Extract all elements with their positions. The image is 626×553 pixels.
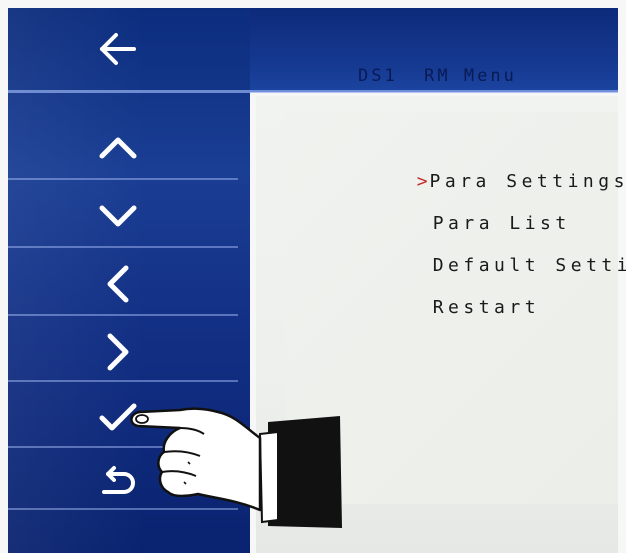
menu-item-restart[interactable]: Restart: [310, 276, 540, 339]
up-button[interactable]: [8, 116, 240, 180]
confirm-button[interactable]: [8, 388, 240, 448]
chevron-left-icon: [107, 265, 129, 303]
menu-item-label: Default Setting: [432, 255, 626, 276]
nav-divider: [8, 178, 238, 180]
chevron-down-icon: [99, 205, 137, 227]
checkmark-icon: [99, 403, 137, 431]
menu-item-label: Para List: [432, 213, 571, 234]
arrow-left-icon: [100, 33, 136, 65]
nav-divider: [8, 508, 238, 510]
back-button[interactable]: [8, 8, 240, 90]
menu-item-label: Restart: [432, 297, 541, 318]
left-button[interactable]: [8, 252, 240, 316]
nav-divider: [8, 246, 238, 248]
return-icon: [102, 466, 135, 494]
chevron-right-icon: [107, 333, 129, 371]
nav-divider: [8, 314, 238, 316]
header-divider: [8, 90, 618, 93]
menu-list: >Para Settings Para List Default Setting…: [286, 112, 626, 504]
page-title: DS1 RM Menu: [358, 66, 517, 86]
menu-panel: >Para Settings Para List Default Setting…: [256, 96, 626, 553]
nav-divider: [8, 380, 238, 382]
down-button[interactable]: [8, 184, 240, 248]
header-bar: DS1 RM Menu: [250, 8, 618, 92]
chevron-up-icon: [99, 137, 137, 159]
right-button[interactable]: [8, 320, 240, 384]
selection-cursor: >: [416, 171, 428, 192]
return-button[interactable]: [8, 452, 240, 512]
menu-item-label: Para Settings: [429, 171, 626, 192]
device-screen: DS1 RM Menu > Para Settings Para List De…: [0, 0, 626, 553]
nav-divider: [8, 446, 238, 448]
